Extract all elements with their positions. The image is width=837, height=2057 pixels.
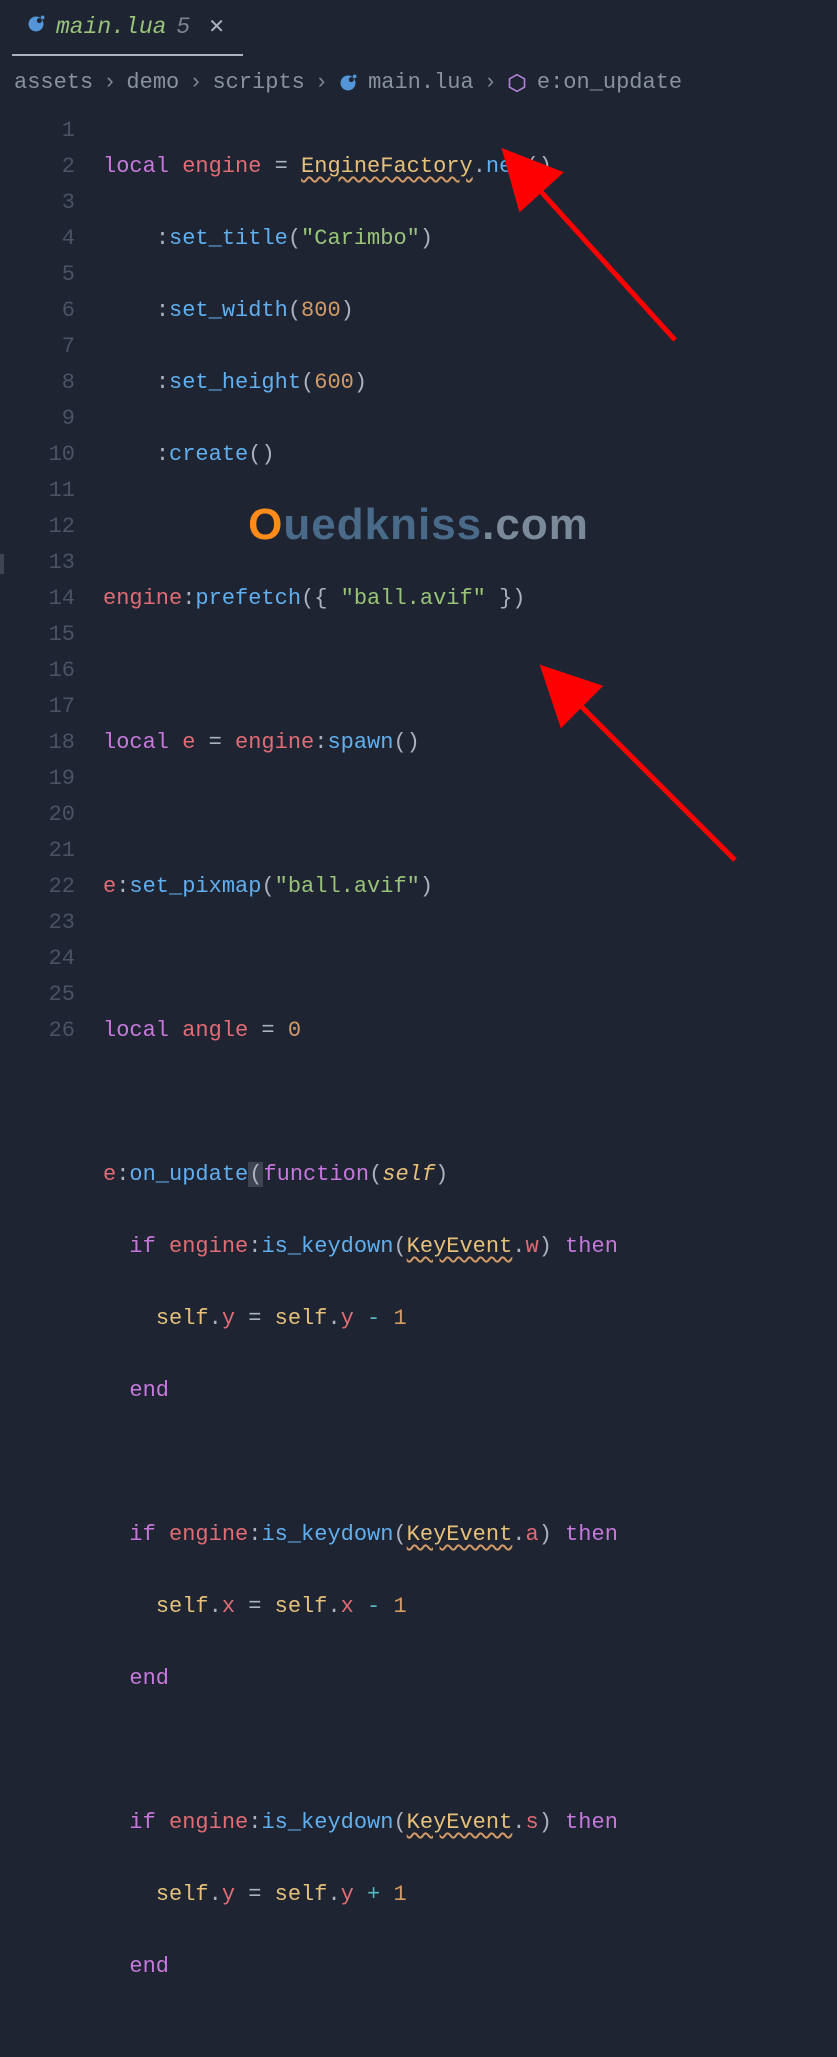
- code-area[interactable]: local engine = EngineFactory.new() :set_…: [103, 113, 837, 2057]
- crumb-demo[interactable]: demo: [126, 70, 179, 95]
- line-number: 2: [3, 149, 75, 185]
- line-number: 6: [3, 293, 75, 329]
- line-number: 14: [3, 581, 75, 617]
- line-number: 20: [3, 797, 75, 833]
- gutter-indicator: [0, 554, 4, 574]
- lua-file-icon: [338, 73, 358, 93]
- line-number: 15: [3, 617, 75, 653]
- line-number: 9: [3, 401, 75, 437]
- code-line[interactable]: [103, 941, 837, 977]
- chevron-right-icon: ›: [484, 70, 497, 95]
- line-number: 4: [3, 221, 75, 257]
- cursor: (: [248, 1162, 263, 1187]
- code-line[interactable]: :set_height(600): [103, 365, 837, 401]
- line-number: 22: [3, 869, 75, 905]
- line-number: 18: [3, 725, 75, 761]
- code-line[interactable]: local e = engine:spawn(): [103, 725, 837, 761]
- line-number: 8: [3, 365, 75, 401]
- code-line[interactable]: self.y = self.y - 1: [103, 1301, 837, 1337]
- code-line[interactable]: local engine = EngineFactory.new(): [103, 149, 837, 185]
- line-number: 26: [3, 1013, 75, 1049]
- code-line[interactable]: :create(): [103, 437, 837, 473]
- code-line[interactable]: end: [103, 1661, 837, 1697]
- code-line[interactable]: self.y = self.y + 1: [103, 1877, 837, 1913]
- code-line[interactable]: [103, 1445, 837, 1481]
- code-line[interactable]: self.x = self.x - 1: [103, 1589, 837, 1625]
- code-line[interactable]: [103, 653, 837, 689]
- line-number: 21: [3, 833, 75, 869]
- code-line[interactable]: e:set_pixmap("ball.avif"): [103, 869, 837, 905]
- tab-label: main.lua: [56, 14, 166, 40]
- code-editor[interactable]: 1 2 3 4 5 6 7 8 9 10 11 12 13 14 15 16 1…: [0, 113, 837, 2057]
- line-number: 3: [3, 185, 75, 221]
- code-line[interactable]: [103, 797, 837, 833]
- crumb-assets[interactable]: assets: [14, 70, 93, 95]
- line-number: 10: [3, 437, 75, 473]
- code-line[interactable]: [103, 1085, 837, 1121]
- crumb-file[interactable]: main.lua: [368, 70, 474, 95]
- crumb-symbol[interactable]: e:on_update: [537, 70, 682, 95]
- line-number: 25: [3, 977, 75, 1013]
- line-number: 19: [3, 761, 75, 797]
- line-number: 16: [3, 653, 75, 689]
- symbol-method-icon: [507, 73, 527, 93]
- line-number: 7: [3, 329, 75, 365]
- line-number: 5: [3, 257, 75, 293]
- code-line[interactable]: end: [103, 1949, 837, 1985]
- code-line[interactable]: if engine:is_keydown(KeyEvent.s) then: [103, 1805, 837, 1841]
- code-line[interactable]: end: [103, 1373, 837, 1409]
- tab-main-lua[interactable]: main.lua 5 ✕: [12, 0, 243, 56]
- code-line[interactable]: :set_title("Carimbo"): [103, 221, 837, 257]
- breadcrumb: assets › demo › scripts › main.lua › e:o…: [0, 56, 837, 113]
- line-number: 13: [3, 545, 75, 581]
- code-line[interactable]: [103, 1733, 837, 1769]
- crumb-scripts[interactable]: scripts: [212, 70, 304, 95]
- code-line[interactable]: :set_width(800): [103, 293, 837, 329]
- code-line[interactable]: local angle = 0: [103, 1013, 837, 1049]
- code-line[interactable]: engine:prefetch({ "ball.avif" }): [103, 581, 837, 617]
- line-number: 23: [3, 905, 75, 941]
- code-line[interactable]: [103, 509, 837, 545]
- line-number: 12: [3, 509, 75, 545]
- chevron-right-icon: ›: [315, 70, 328, 95]
- code-line[interactable]: e:on_update(function(self): [103, 1157, 837, 1193]
- line-number: 1: [3, 113, 75, 149]
- chevron-right-icon: ›: [103, 70, 116, 95]
- line-number: 11: [3, 473, 75, 509]
- code-line[interactable]: if engine:is_keydown(KeyEvent.a) then: [103, 1517, 837, 1553]
- close-icon[interactable]: ✕: [208, 14, 225, 40]
- code-line[interactable]: if engine:is_keydown(KeyEvent.w) then: [103, 1229, 837, 1265]
- line-number-gutter: 1 2 3 4 5 6 7 8 9 10 11 12 13 14 15 16 1…: [3, 113, 103, 2057]
- line-number: 17: [3, 689, 75, 725]
- chevron-right-icon: ›: [189, 70, 202, 95]
- tab-bar: main.lua 5 ✕: [0, 0, 837, 56]
- line-number: 24: [3, 941, 75, 977]
- tab-problems-badge: 5: [176, 14, 190, 40]
- lua-file-icon: [26, 14, 46, 41]
